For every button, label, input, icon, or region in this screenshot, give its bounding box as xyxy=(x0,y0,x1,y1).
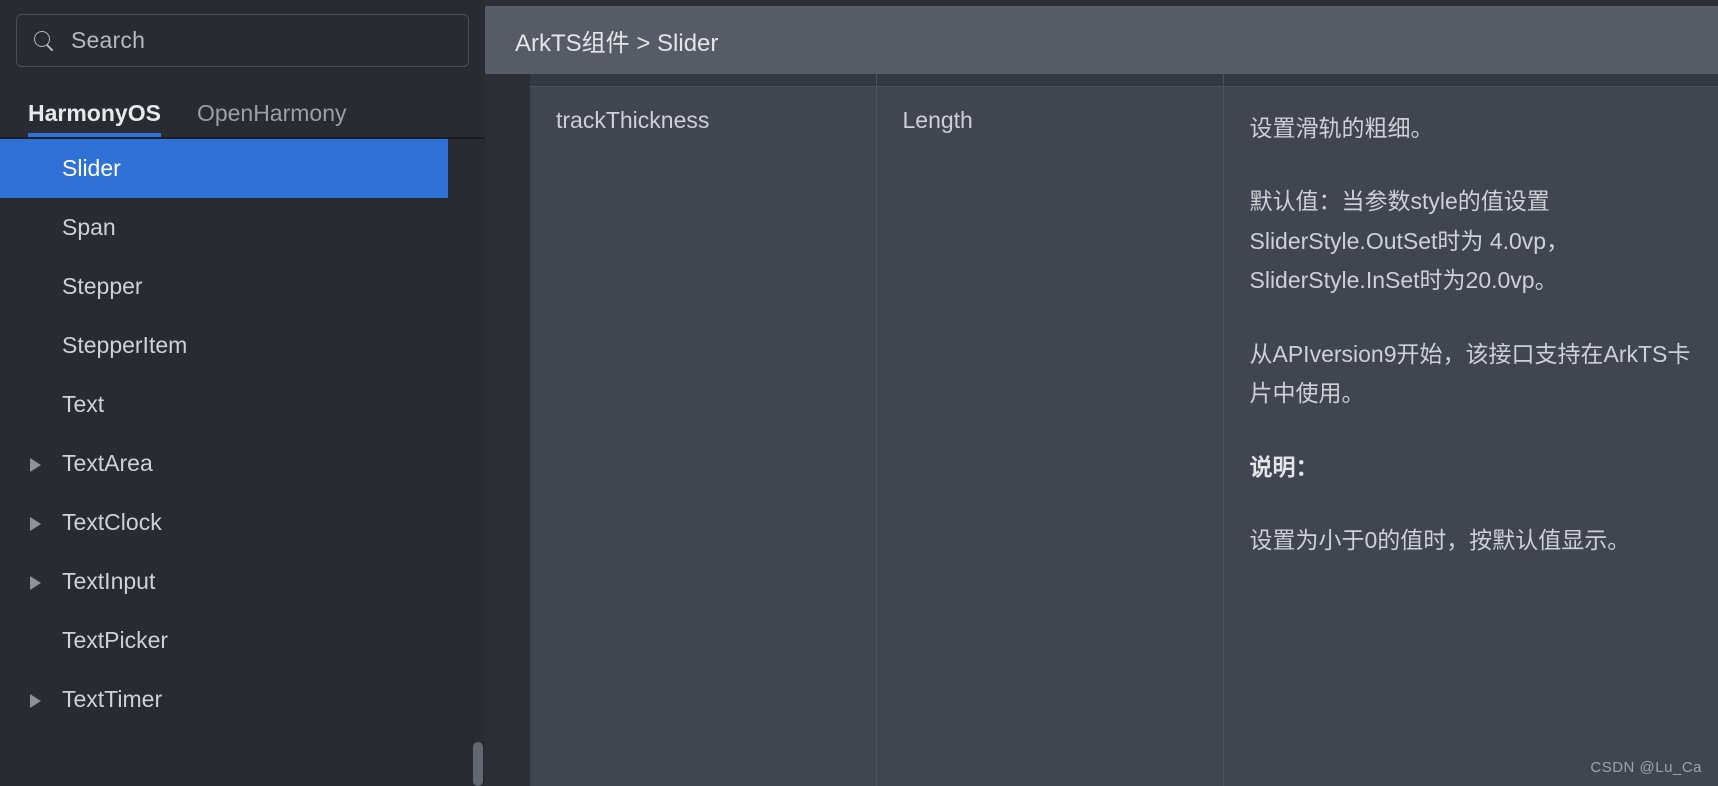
breadcrumb-bar: ArkTS组件 > Slider xyxy=(485,6,1718,74)
sidebar-item-stepperitem[interactable]: StepperItem xyxy=(0,316,485,375)
app-window: HarmonyOS OpenHarmony Slider Span Steppe… xyxy=(0,0,1718,786)
sidebar-item-text[interactable]: Text xyxy=(0,375,485,434)
sidebar-item-label: TextPicker xyxy=(62,627,169,653)
desc-paragraph: 默认值：当参数style的值设置SliderStyle.OutSet时为 4.0… xyxy=(1249,188,1570,294)
search-input[interactable] xyxy=(71,27,468,54)
sidebar-item-textclock[interactable]: TextClock xyxy=(0,493,485,552)
api-table-area: trackThickness Length 设置滑轨的粗细。 默认值：当参数st… xyxy=(485,74,1718,786)
desc-paragraph: 设置滑轨的粗细。 xyxy=(1249,114,1434,141)
sidebar-item-textarea[interactable]: TextArea xyxy=(0,434,485,493)
tab-openharmony[interactable]: OpenHarmony xyxy=(197,100,347,137)
cutoff-cell-type xyxy=(876,74,1224,86)
search-container xyxy=(0,0,485,67)
sidebar-item-label: Text xyxy=(62,391,105,417)
main-content: ArkTS组件 > Slider trackThickness Length 设… xyxy=(485,0,1718,786)
sidebar-item-span[interactable]: Span xyxy=(0,198,485,257)
sidebar-scrollbar-track[interactable] xyxy=(473,210,483,786)
chevron-right-icon[interactable] xyxy=(28,692,42,708)
cell-attribute-type: Length xyxy=(876,85,1224,786)
tab-openharmony-label: OpenHarmony xyxy=(196,100,347,126)
tab-harmonyos-label: HarmonyOS xyxy=(28,100,161,126)
cell-attribute-description: 设置滑轨的粗细。 默认值：当参数style的值设置SliderStyle.Out… xyxy=(1223,85,1718,786)
sidebar-item-label: Slider xyxy=(62,155,121,181)
api-table: trackThickness Length 设置滑轨的粗细。 默认值：当参数st… xyxy=(530,74,1718,786)
cutoff-cell-desc xyxy=(1223,74,1718,86)
sidebar-item-label: Span xyxy=(62,214,116,240)
sidebar-nav-list: Slider Span Stepper StepperItem Text Tex xyxy=(0,139,485,779)
tab-harmonyos[interactable]: HarmonyOS xyxy=(28,100,161,137)
sidebar-item-textinput[interactable]: TextInput xyxy=(0,552,485,611)
cell-attribute-name: trackThickness xyxy=(530,85,877,786)
sidebar-item-slider[interactable]: Slider xyxy=(0,139,448,198)
sidebar-item-texttimer[interactable]: TextTimer xyxy=(0,670,485,729)
table-row: trackThickness Length 设置滑轨的粗细。 默认值：当参数st… xyxy=(530,85,1718,786)
sidebar-scrollbar-thumb[interactable] xyxy=(473,742,483,786)
sidebar-item-label: TextTimer xyxy=(62,686,163,712)
sidebar-item-label: Stepper xyxy=(62,273,143,299)
sidebar-item-label: TextArea xyxy=(62,450,153,476)
desc-paragraph: 设置为小于0的值时，按默认值显示。 xyxy=(1249,527,1631,554)
search-box[interactable] xyxy=(16,14,469,67)
chevron-right-icon[interactable] xyxy=(28,515,42,531)
sidebar-item-textpicker[interactable]: TextPicker xyxy=(0,611,485,670)
sidebar-item-stepper[interactable]: Stepper xyxy=(0,257,485,316)
sidebar: HarmonyOS OpenHarmony Slider Span Steppe… xyxy=(0,0,485,786)
sidebar-item-label: TextClock xyxy=(62,509,162,535)
cutoff-cell-name xyxy=(530,74,877,86)
description-body: 设置滑轨的粗细。 默认值：当参数style的值设置SliderStyle.Out… xyxy=(1250,109,1700,561)
desc-paragraph: 从APIversion9开始，该接口支持在ArkTS卡片中使用。 xyxy=(1249,340,1691,407)
sidebar-tabs: HarmonyOS OpenHarmony xyxy=(0,81,485,137)
search-icon xyxy=(33,30,55,52)
chevron-right-icon[interactable] xyxy=(28,456,42,472)
desc-note-title: 说明： xyxy=(1249,453,1319,480)
breadcrumb[interactable]: ArkTS组件 > Slider xyxy=(515,23,718,58)
sidebar-item-label: StepperItem xyxy=(62,332,188,358)
chevron-right-icon[interactable] xyxy=(28,574,42,590)
sidebar-item-label: TextInput xyxy=(62,568,156,594)
table-row-cutoff xyxy=(530,74,1718,86)
